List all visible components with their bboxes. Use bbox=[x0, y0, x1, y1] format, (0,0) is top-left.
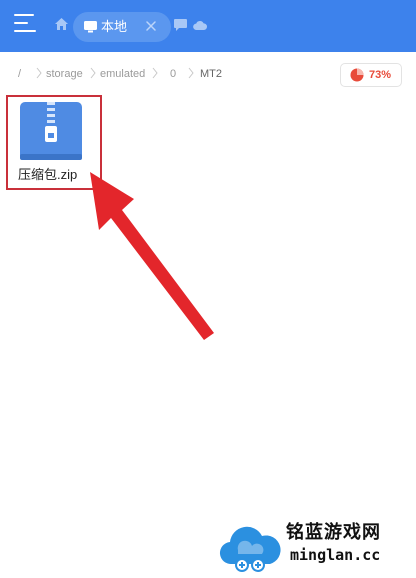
watermark-title: 铭蓝游戏网 bbox=[286, 522, 381, 542]
watermark-url: minglan.cc bbox=[290, 546, 381, 564]
cloud-logo-icon bbox=[219, 526, 281, 572]
red-arrow-annotation bbox=[90, 172, 214, 340]
